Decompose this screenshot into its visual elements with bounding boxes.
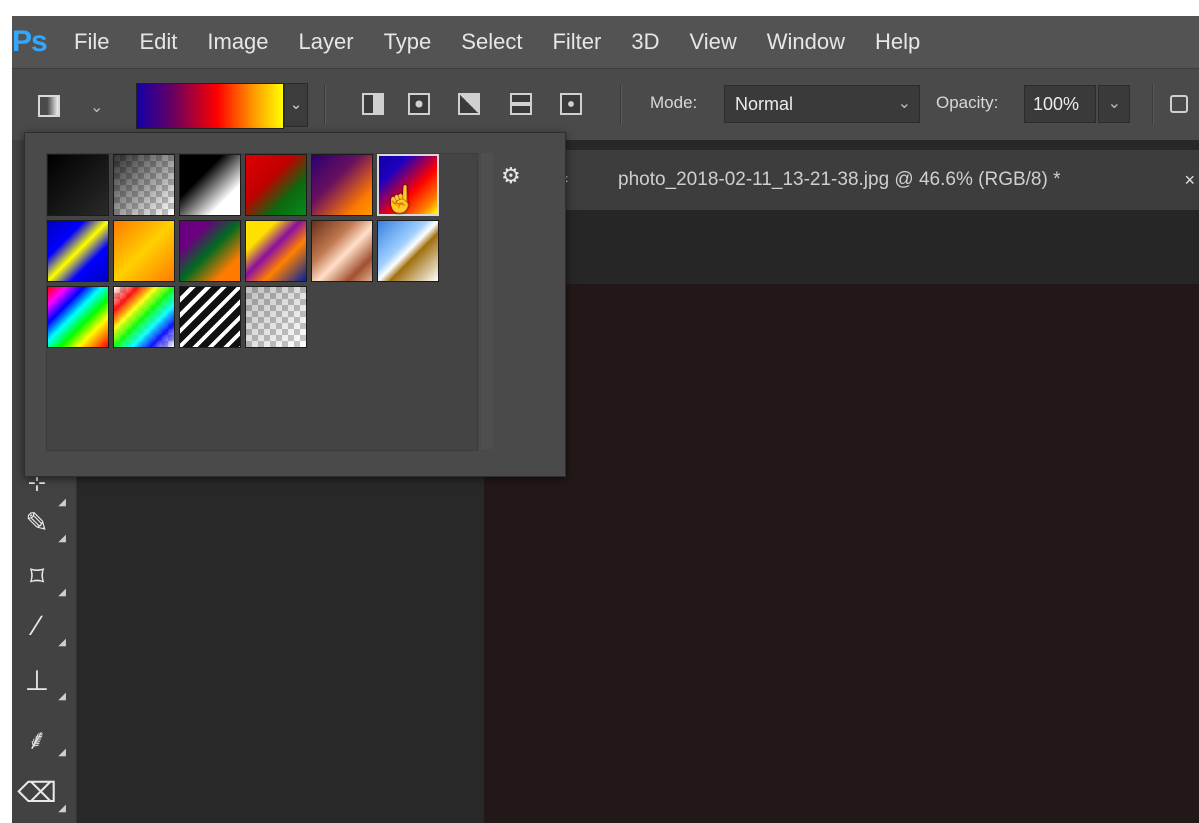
linear-gradient-button[interactable] <box>362 93 384 115</box>
menu-3d[interactable]: 3D <box>631 29 659 55</box>
separator <box>324 85 326 125</box>
gradient-swatch-chrome[interactable] <box>377 220 439 282</box>
document-canvas[interactable] <box>484 284 1199 823</box>
frame-tool[interactable]: ⌑ ◢ <box>12 560 66 600</box>
angle-gradient-button[interactable] <box>458 93 480 115</box>
mode-select[interactable]: Normal ⌄ <box>724 85 920 123</box>
menu-edit[interactable]: Edit <box>139 29 177 55</box>
menu-help[interactable]: Help <box>875 29 920 55</box>
gradient-swatch-red-green[interactable] <box>245 154 307 216</box>
options-bar: ⌄ ⌄ Mode: Normal ⌄ Opacity: 100% ⌄ <box>12 68 1199 141</box>
gradient-picker-popup: ⚙ <box>24 132 566 477</box>
history-brush-tool[interactable]: ⸙ ◢ <box>12 720 66 760</box>
document-tab[interactable]: photo_2018-02-11_13-21-38.jpg @ 46.6% (R… <box>552 150 1199 210</box>
close-icon[interactable]: × <box>1184 150 1195 210</box>
diamond-gradient-button[interactable] <box>560 93 582 115</box>
gradient-picker-dropdown[interactable]: ⌄ <box>284 83 308 127</box>
mode-value: Normal <box>735 94 794 114</box>
gradient-swatch-spectrum[interactable] <box>47 286 109 348</box>
gradient-swatch-violet-orange[interactable] <box>311 154 373 216</box>
chevron-down-icon: ⌄ <box>897 95 911 112</box>
chevron-down-icon: ⌄ <box>1107 95 1121 112</box>
reflected-gradient-button[interactable] <box>510 93 532 115</box>
menu-layer[interactable]: Layer <box>299 29 354 55</box>
gradient-swatch-transparent-stripes[interactable] <box>179 286 241 348</box>
gradient-swatch-foreground-to-transparent[interactable] <box>113 154 175 216</box>
menu-view[interactable]: View <box>689 29 736 55</box>
menu-bar: Ps File Edit Image Layer Type Select Fil… <box>12 16 1199 68</box>
gradient-swatch-yellow-violet-orange-blue[interactable] <box>245 220 307 282</box>
gradient-preview[interactable] <box>136 83 284 129</box>
menu-file[interactable]: File <box>74 29 109 55</box>
gradient-swatch-transparent-rainbow[interactable] <box>113 286 175 348</box>
menu-window[interactable]: Window <box>767 29 845 55</box>
opacity-dropdown[interactable]: ⌄ <box>1098 85 1130 123</box>
menu-type[interactable]: Type <box>384 29 432 55</box>
hand-cursor-icon: ☝ <box>384 184 417 214</box>
eraser-tool[interactable]: ⌫ ◢ <box>12 776 66 816</box>
menu-image[interactable]: Image <box>207 29 268 55</box>
gradient-swatch-violet-green-orange[interactable] <box>179 220 241 282</box>
gradient-swatch-blue-yellow-blue[interactable] <box>47 220 109 282</box>
gradient-swatch-copper[interactable] <box>311 220 373 282</box>
menu-select[interactable]: Select <box>461 29 522 55</box>
gradient-swatch-orange-yellow-orange[interactable] <box>113 220 175 282</box>
gradient-swatch-foreground-to-background[interactable] <box>47 154 109 216</box>
chevron-down-icon[interactable]: ⌄ <box>90 97 103 117</box>
opacity-input[interactable]: 100% <box>1024 85 1096 123</box>
gradient-tool-preset-icon[interactable] <box>38 95 60 117</box>
reverse-checkbox[interactable] <box>1170 95 1188 113</box>
radial-gradient-button[interactable] <box>408 93 430 115</box>
separator <box>620 85 622 125</box>
eyedropper-tool[interactable]: ✎ ◢ <box>12 506 66 546</box>
ps-logo: Ps <box>12 25 48 58</box>
gradient-swatch-neutral-density[interactable] <box>245 286 307 348</box>
mode-label: Mode: <box>650 93 698 112</box>
photoshop-window: Ps File Edit Image Layer Type Select Fil… <box>12 16 1199 823</box>
brush-tool[interactable]: ∕ ◢ <box>12 610 66 650</box>
menu-filter[interactable]: Filter <box>552 29 601 55</box>
separator <box>1152 85 1154 125</box>
document-title: photo_2018-02-11_13-21-38.jpg @ 46.6% (R… <box>618 169 1061 190</box>
stamp-tool[interactable]: ⊥ ◢ <box>12 664 66 704</box>
gradient-list-scrollbar[interactable] <box>481 153 493 449</box>
gear-icon[interactable]: ⚙ <box>501 163 521 189</box>
opacity-value: 100% <box>1033 94 1080 114</box>
gradient-swatch-black-white[interactable] <box>179 154 241 216</box>
opacity-label: Opacity: <box>936 93 999 112</box>
